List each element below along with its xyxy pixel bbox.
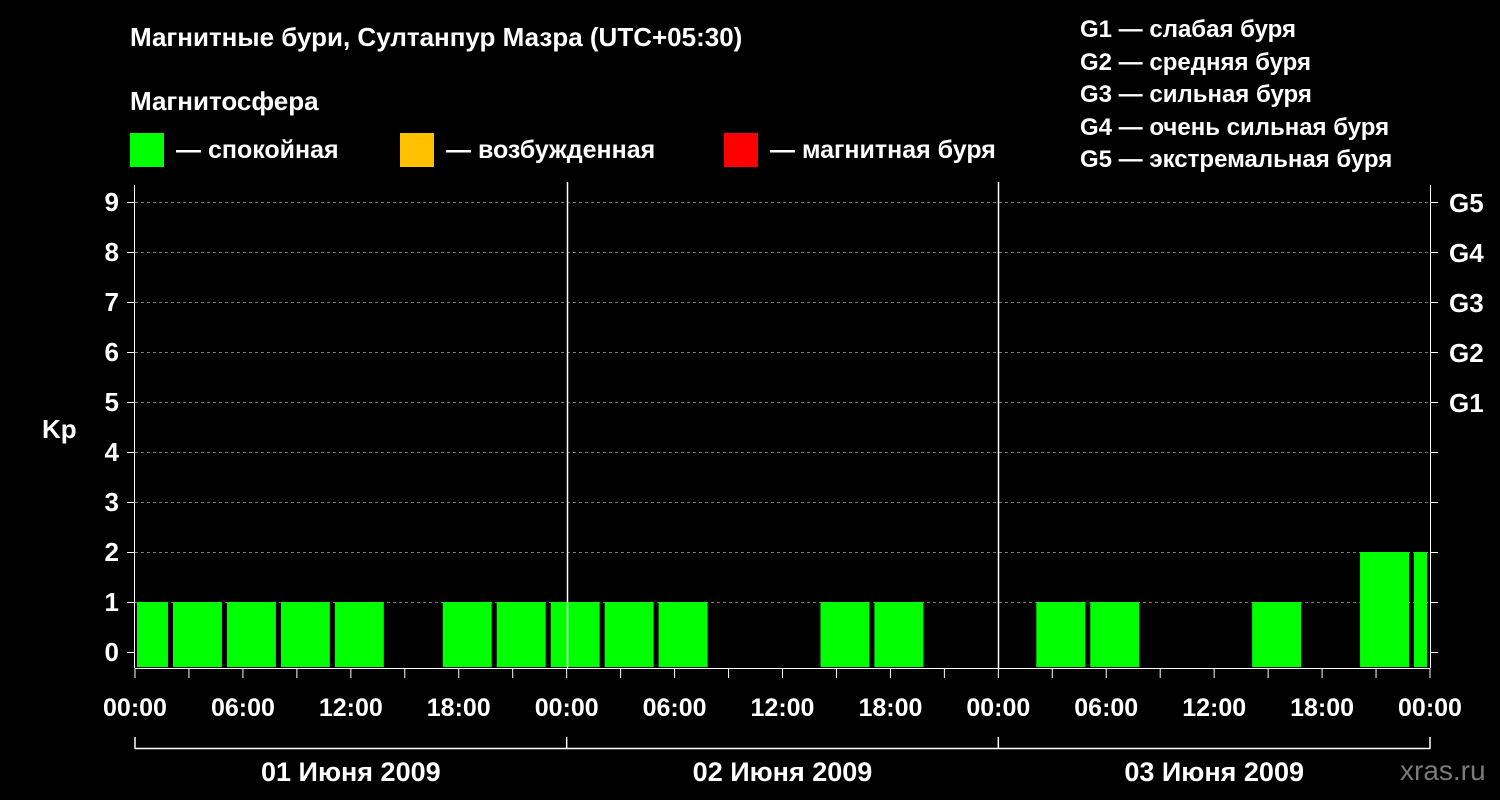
kp-bar (172, 602, 222, 667)
y-tick-label: 6 (105, 337, 119, 367)
day-label: 03 Июня 2009 (1124, 757, 1304, 787)
g-tick-label: G2 (1449, 338, 1484, 368)
kp-bar (874, 602, 924, 667)
kp-bar (550, 602, 600, 667)
kp-chart: 0 1 2 3 4 5 6 7 8 9 Kp G1 G2 G3 G4 G5 00:00 06:00 12:00 18:… (42, 182, 1484, 787)
x-tick-label: 00:00 (103, 694, 167, 722)
y-tick-label: 5 (105, 387, 119, 417)
x-tick-label: 06:00 (643, 694, 707, 722)
x-tick-label: 06:00 (211, 694, 275, 722)
y-tick-label: 7 (105, 287, 119, 317)
x-tick-label: 18:00 (858, 694, 922, 722)
y-tick-label: 3 (105, 487, 119, 517)
kp-bar (1252, 602, 1302, 667)
g-tick-label: G1 (1449, 388, 1484, 418)
kp-bar (658, 602, 708, 667)
g-tick-label: G4 (1449, 238, 1484, 268)
x-tick-label: 18:00 (1290, 694, 1354, 722)
kp-bar (1036, 602, 1086, 667)
x-tick-label: 00:00 (966, 694, 1030, 722)
y-tick-label: 2 (105, 537, 119, 567)
x-tick-label: 12:00 (1182, 694, 1246, 722)
kp-bar (334, 602, 384, 667)
day-label: 01 Июня 2009 (261, 757, 441, 787)
kp-bar (496, 602, 546, 667)
x-tick-label: 12:00 (751, 694, 815, 722)
kp-bar (226, 602, 276, 667)
kp-bar (1090, 602, 1140, 667)
kp-bar (1414, 552, 1427, 667)
day-label: 02 Июня 2009 (693, 757, 873, 787)
kp-bar (604, 602, 654, 667)
y-tick-label: 0 (105, 637, 119, 667)
kp-bar (820, 602, 870, 667)
x-tick-label: 00:00 (1398, 694, 1462, 722)
x-tick-label: 00:00 (535, 694, 599, 722)
x-tick-label: 06:00 (1074, 694, 1138, 722)
y-axis-label: Kp (42, 414, 77, 444)
x-tick-label: 18:00 (427, 694, 491, 722)
y-tick-label: 9 (105, 187, 119, 217)
kp-bar (442, 602, 492, 667)
g-tick-label: G5 (1449, 188, 1484, 218)
watermark: xras.ru (1400, 755, 1486, 786)
y-tick-label: 4 (105, 437, 120, 467)
x-tick-label: 12:00 (319, 694, 383, 722)
y-tick-label: 1 (105, 587, 119, 617)
g-tick-label: G3 (1449, 288, 1484, 318)
y-tick-label: 8 (105, 237, 119, 267)
kp-bar (137, 602, 168, 667)
kp-bar (1360, 552, 1410, 667)
kp-bar (280, 602, 330, 667)
